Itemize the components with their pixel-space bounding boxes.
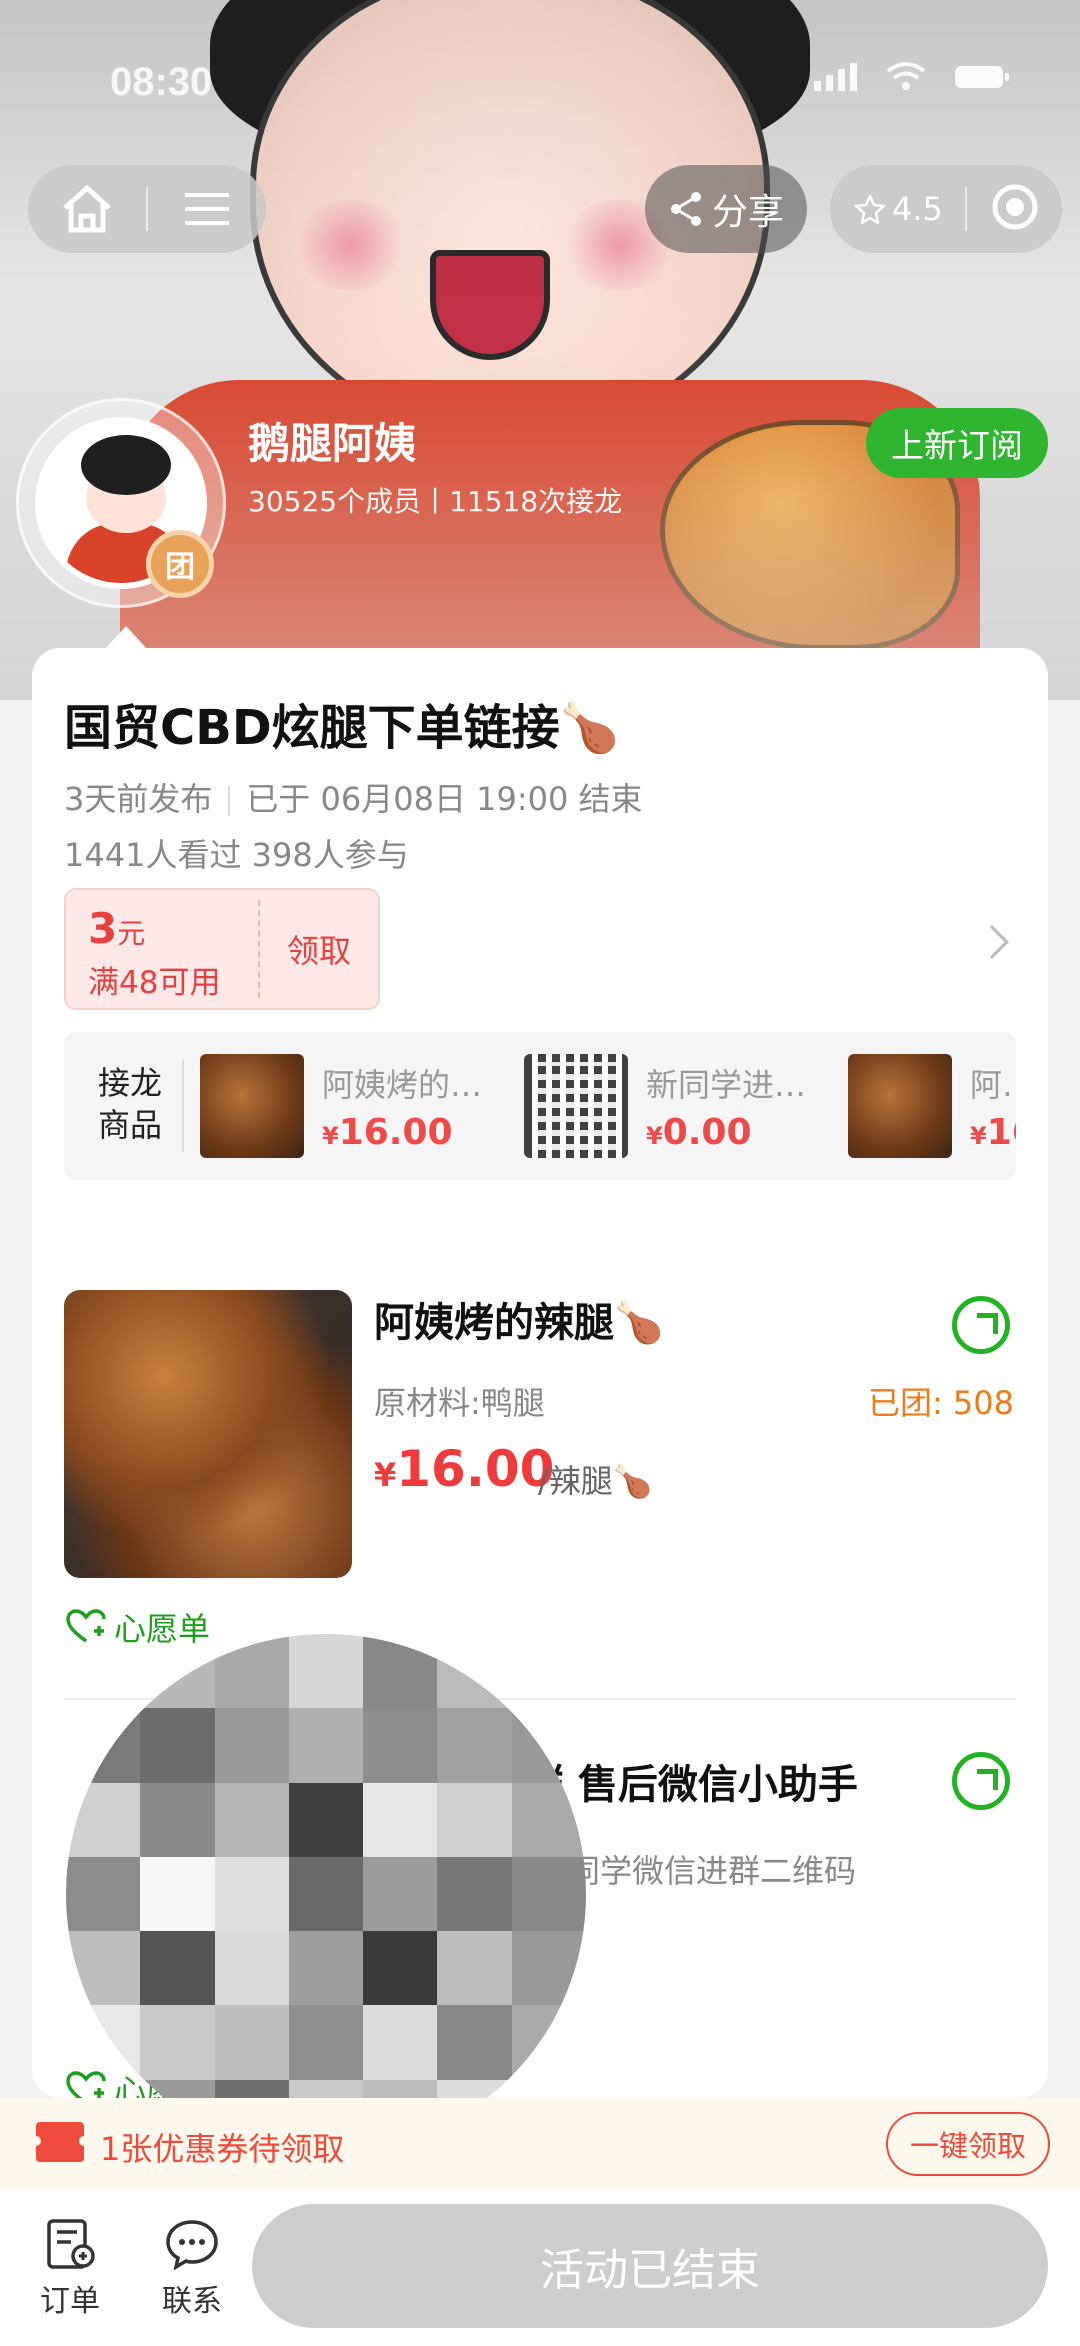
strip-item[interactable]: 阿姨 ¥16 — [848, 1054, 1016, 1158]
card-notch — [104, 626, 148, 650]
products-strip[interactable]: 接龙商品 阿姨烤的辣腿🍗 ¥16.00 新同学进群 售后微信小助手 ¥0.00 … — [64, 1032, 1016, 1180]
activity-ended-button[interactable]: 活动已结束 — [252, 2204, 1048, 2328]
signal-icon — [814, 60, 858, 100]
strip-item-name: 阿姨烤的辣腿🍗 — [322, 1065, 502, 1104]
menu-button[interactable] — [148, 165, 266, 253]
home-button[interactable] — [28, 165, 146, 253]
bottom-bar: 订单 联系 活动已结束 — [0, 2190, 1080, 2346]
heart-plus-icon — [66, 1609, 106, 1643]
product-price: ¥16.00 — [374, 1440, 555, 1498]
qr-code-thumb — [524, 1054, 628, 1158]
coupon-card[interactable]: 3元 满48可用 领取 — [64, 888, 380, 1010]
coupon-unit: 元 — [117, 917, 146, 950]
status-time: 08:30 — [110, 60, 213, 104]
coupon-notice-text: 1张优惠券待领取 — [100, 2130, 345, 2168]
rating-pill: 4.5 — [830, 165, 1062, 253]
coupon-claim-button[interactable]: 领取 — [260, 890, 378, 1008]
post-meta: 3天前发布 已于 06月08日 19:00 结束 — [64, 774, 643, 820]
pill-divider — [965, 187, 968, 231]
group-stats: 30525个成员丨11518次接龙 — [248, 485, 623, 518]
coupon-amount: 3 — [88, 904, 118, 953]
strip-item-price: 0.00 — [662, 1111, 752, 1153]
share-product-button[interactable] — [952, 1752, 1010, 1810]
status-icons — [814, 60, 1010, 100]
target-icon — [992, 184, 1038, 230]
product-sold-count: 已团: 508 — [867, 1384, 1014, 1422]
close-miniapp-button[interactable] — [990, 182, 1040, 236]
wifi-icon — [886, 60, 926, 100]
post-stats: 1441人看过 398人参与 — [64, 836, 409, 874]
coupon-notice-bar: 1张优惠券待领取 一键领取 — [0, 2098, 1080, 2190]
product-name[interactable]: 阿姨烤的辣腿🍗 — [374, 1290, 664, 1348]
rating-button[interactable]: 4.5 — [854, 190, 943, 228]
subscribe-button[interactable]: 上新订阅 — [866, 408, 1048, 478]
share-icon — [670, 192, 701, 226]
strip-item-thumb — [200, 1054, 304, 1158]
order-list-icon — [47, 2219, 95, 2269]
products-strip-label: 接龙商品 — [97, 1064, 162, 1144]
battery-icon — [954, 60, 1010, 100]
share-product-button[interactable] — [952, 1296, 1010, 1354]
share-label: 分享 — [711, 192, 784, 233]
strip-item-price: 16.00 — [338, 1111, 453, 1153]
contact-label: 联系 — [162, 2284, 222, 2319]
post-title: 国贸CBD炫腿下单链接🍗 — [64, 700, 620, 756]
orders-label: 订单 — [40, 2284, 100, 2319]
chat-bubble-icon — [166, 2220, 218, 2270]
strip-item[interactable]: 新同学进群 售后微信小助手 ¥0.00 — [524, 1054, 826, 1158]
wishlist-button[interactable]: 心愿单 — [66, 1604, 210, 1650]
menu-icon — [184, 193, 229, 225]
group-name[interactable]: 鹅腿阿姨 — [248, 410, 416, 471]
home-icon — [63, 185, 111, 233]
claim-all-button[interactable]: 一键领取 — [886, 2112, 1050, 2176]
strip-item-name: 新同学进群 售后微信小助手 — [646, 1065, 826, 1104]
orders-button[interactable]: 订单 — [30, 2216, 110, 2320]
contact-button[interactable]: 联系 — [152, 2216, 232, 2320]
ticket-icon — [31, 2122, 89, 2162]
product-desc: 同学微信进群二维码 — [568, 1852, 857, 1890]
strip-item-name: 阿姨 — [970, 1065, 1016, 1104]
product-unit: /辣腿🍗 — [538, 1462, 653, 1500]
product-name[interactable]: 群 售后微信小助手 — [524, 1752, 858, 1810]
nav-pill — [28, 165, 266, 253]
publish-time: 3天前发布 — [64, 780, 213, 818]
strip-item[interactable]: 阿姨烤的辣腿🍗 ¥16.00 — [200, 1054, 502, 1158]
group-badge: 团 — [146, 530, 214, 598]
wishlist-label: 心愿单 — [114, 1610, 211, 1648]
rating-value: 4.5 — [892, 190, 943, 228]
strip-item-thumb — [848, 1054, 952, 1158]
product-image[interactable] — [64, 1290, 352, 1578]
end-time: 已于 06月08日 19:00 结束 — [246, 780, 643, 818]
product-desc: 原材料:鸭腿 — [374, 1384, 545, 1422]
pixelated-image — [66, 1634, 586, 2154]
share-button[interactable]: 分享 — [645, 165, 807, 253]
strip-item-price: 16 — [986, 1111, 1016, 1153]
coupon-condition: 满48可用 — [88, 965, 221, 1001]
star-icon — [854, 194, 886, 225]
